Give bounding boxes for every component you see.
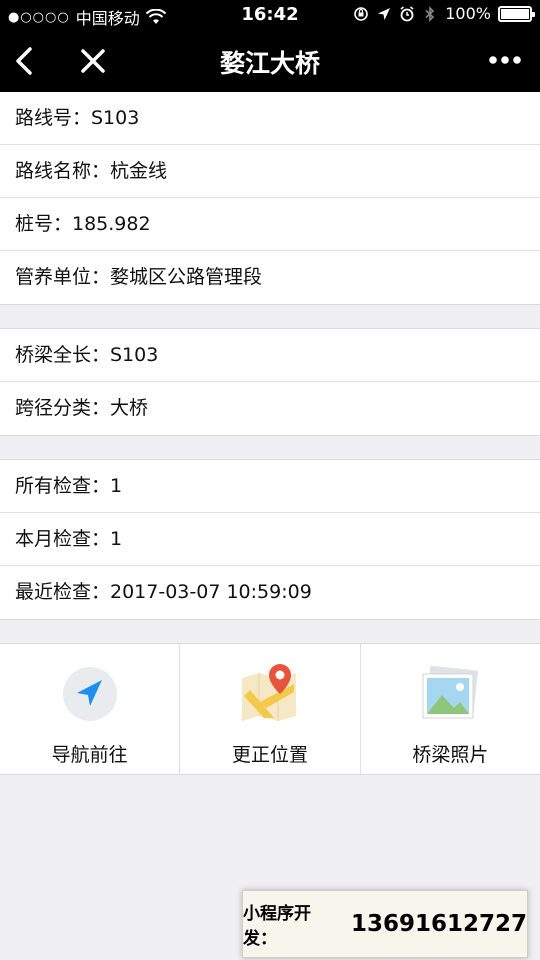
location-arrow-icon xyxy=(378,7,391,20)
photo-gallery-icon xyxy=(422,665,479,719)
page-title: 婺江大桥 xyxy=(219,49,320,78)
monthly-inspections-row: 本月检查：1 xyxy=(0,513,540,566)
status-right: 100% xyxy=(353,4,535,23)
bridge-spec-group: 桥梁全长：S103 跨径分类：大桥 xyxy=(0,328,540,436)
promo-banner[interactable]: 小程序开发： 13691612727 xyxy=(242,890,528,958)
bluetooth-icon xyxy=(425,5,435,22)
promo-phone-number: 13691612727 xyxy=(350,911,527,937)
route-name-row: 路线名称：杭金线 xyxy=(0,145,540,198)
route-info-group: 路线号：S103 路线名称：杭金线 桩号：185.982 管养单位：婺城区公路管… xyxy=(0,92,540,305)
latest-inspection-row: 最近检查：2017-03-07 10:59:09 xyxy=(15,581,312,603)
route-number-row: 路线号：S103 xyxy=(0,92,540,145)
more-options-icon[interactable] xyxy=(488,48,522,72)
navigation-arrow-icon xyxy=(62,667,117,721)
alarm-clock-icon xyxy=(400,5,414,21)
promo-label: 小程序开发： xyxy=(243,904,311,949)
stake-number-row: 桩号：185.982 xyxy=(0,198,540,251)
span-category-row: 跨径分类：大桥 xyxy=(15,397,149,419)
orientation-lock-icon xyxy=(354,6,369,21)
maintenance-unit-row: 管养单位：婺城区公路管理段 xyxy=(15,266,263,288)
bridge-photos-label: 桥梁照片 xyxy=(412,744,489,766)
navigate-label: 导航前往 xyxy=(51,744,128,766)
status-bar: ●○○○○ 中国移动 16:42 100% xyxy=(0,0,540,30)
bridge-length-row: 桥梁全长：S103 xyxy=(0,329,540,382)
bridge-photos-button[interactable]: 桥梁照片 xyxy=(361,644,540,774)
all-inspections-row: 所有检查：1 xyxy=(0,460,540,513)
map-pin-icon xyxy=(241,664,296,721)
inspection-group: 所有检查：1 本月检查：1 最近检查：2017-03-07 10:59:09 xyxy=(0,459,540,620)
correct-location-button[interactable]: 更正位置 xyxy=(180,644,361,774)
correct-location-label: 更正位置 xyxy=(231,744,308,766)
battery-icon xyxy=(498,5,535,22)
bridge-info-content: 路线号：S103 路线名称：杭金线 桩号：185.982 管养单位：婺城区公路管… xyxy=(0,92,540,775)
navigate-button[interactable]: 导航前往 xyxy=(0,644,181,774)
action-grid: 导航前往 更正位置 桥梁照片 xyxy=(0,643,540,775)
battery-percentage: 100% xyxy=(445,4,491,23)
nav-bar: 婺江大桥 xyxy=(0,30,540,92)
